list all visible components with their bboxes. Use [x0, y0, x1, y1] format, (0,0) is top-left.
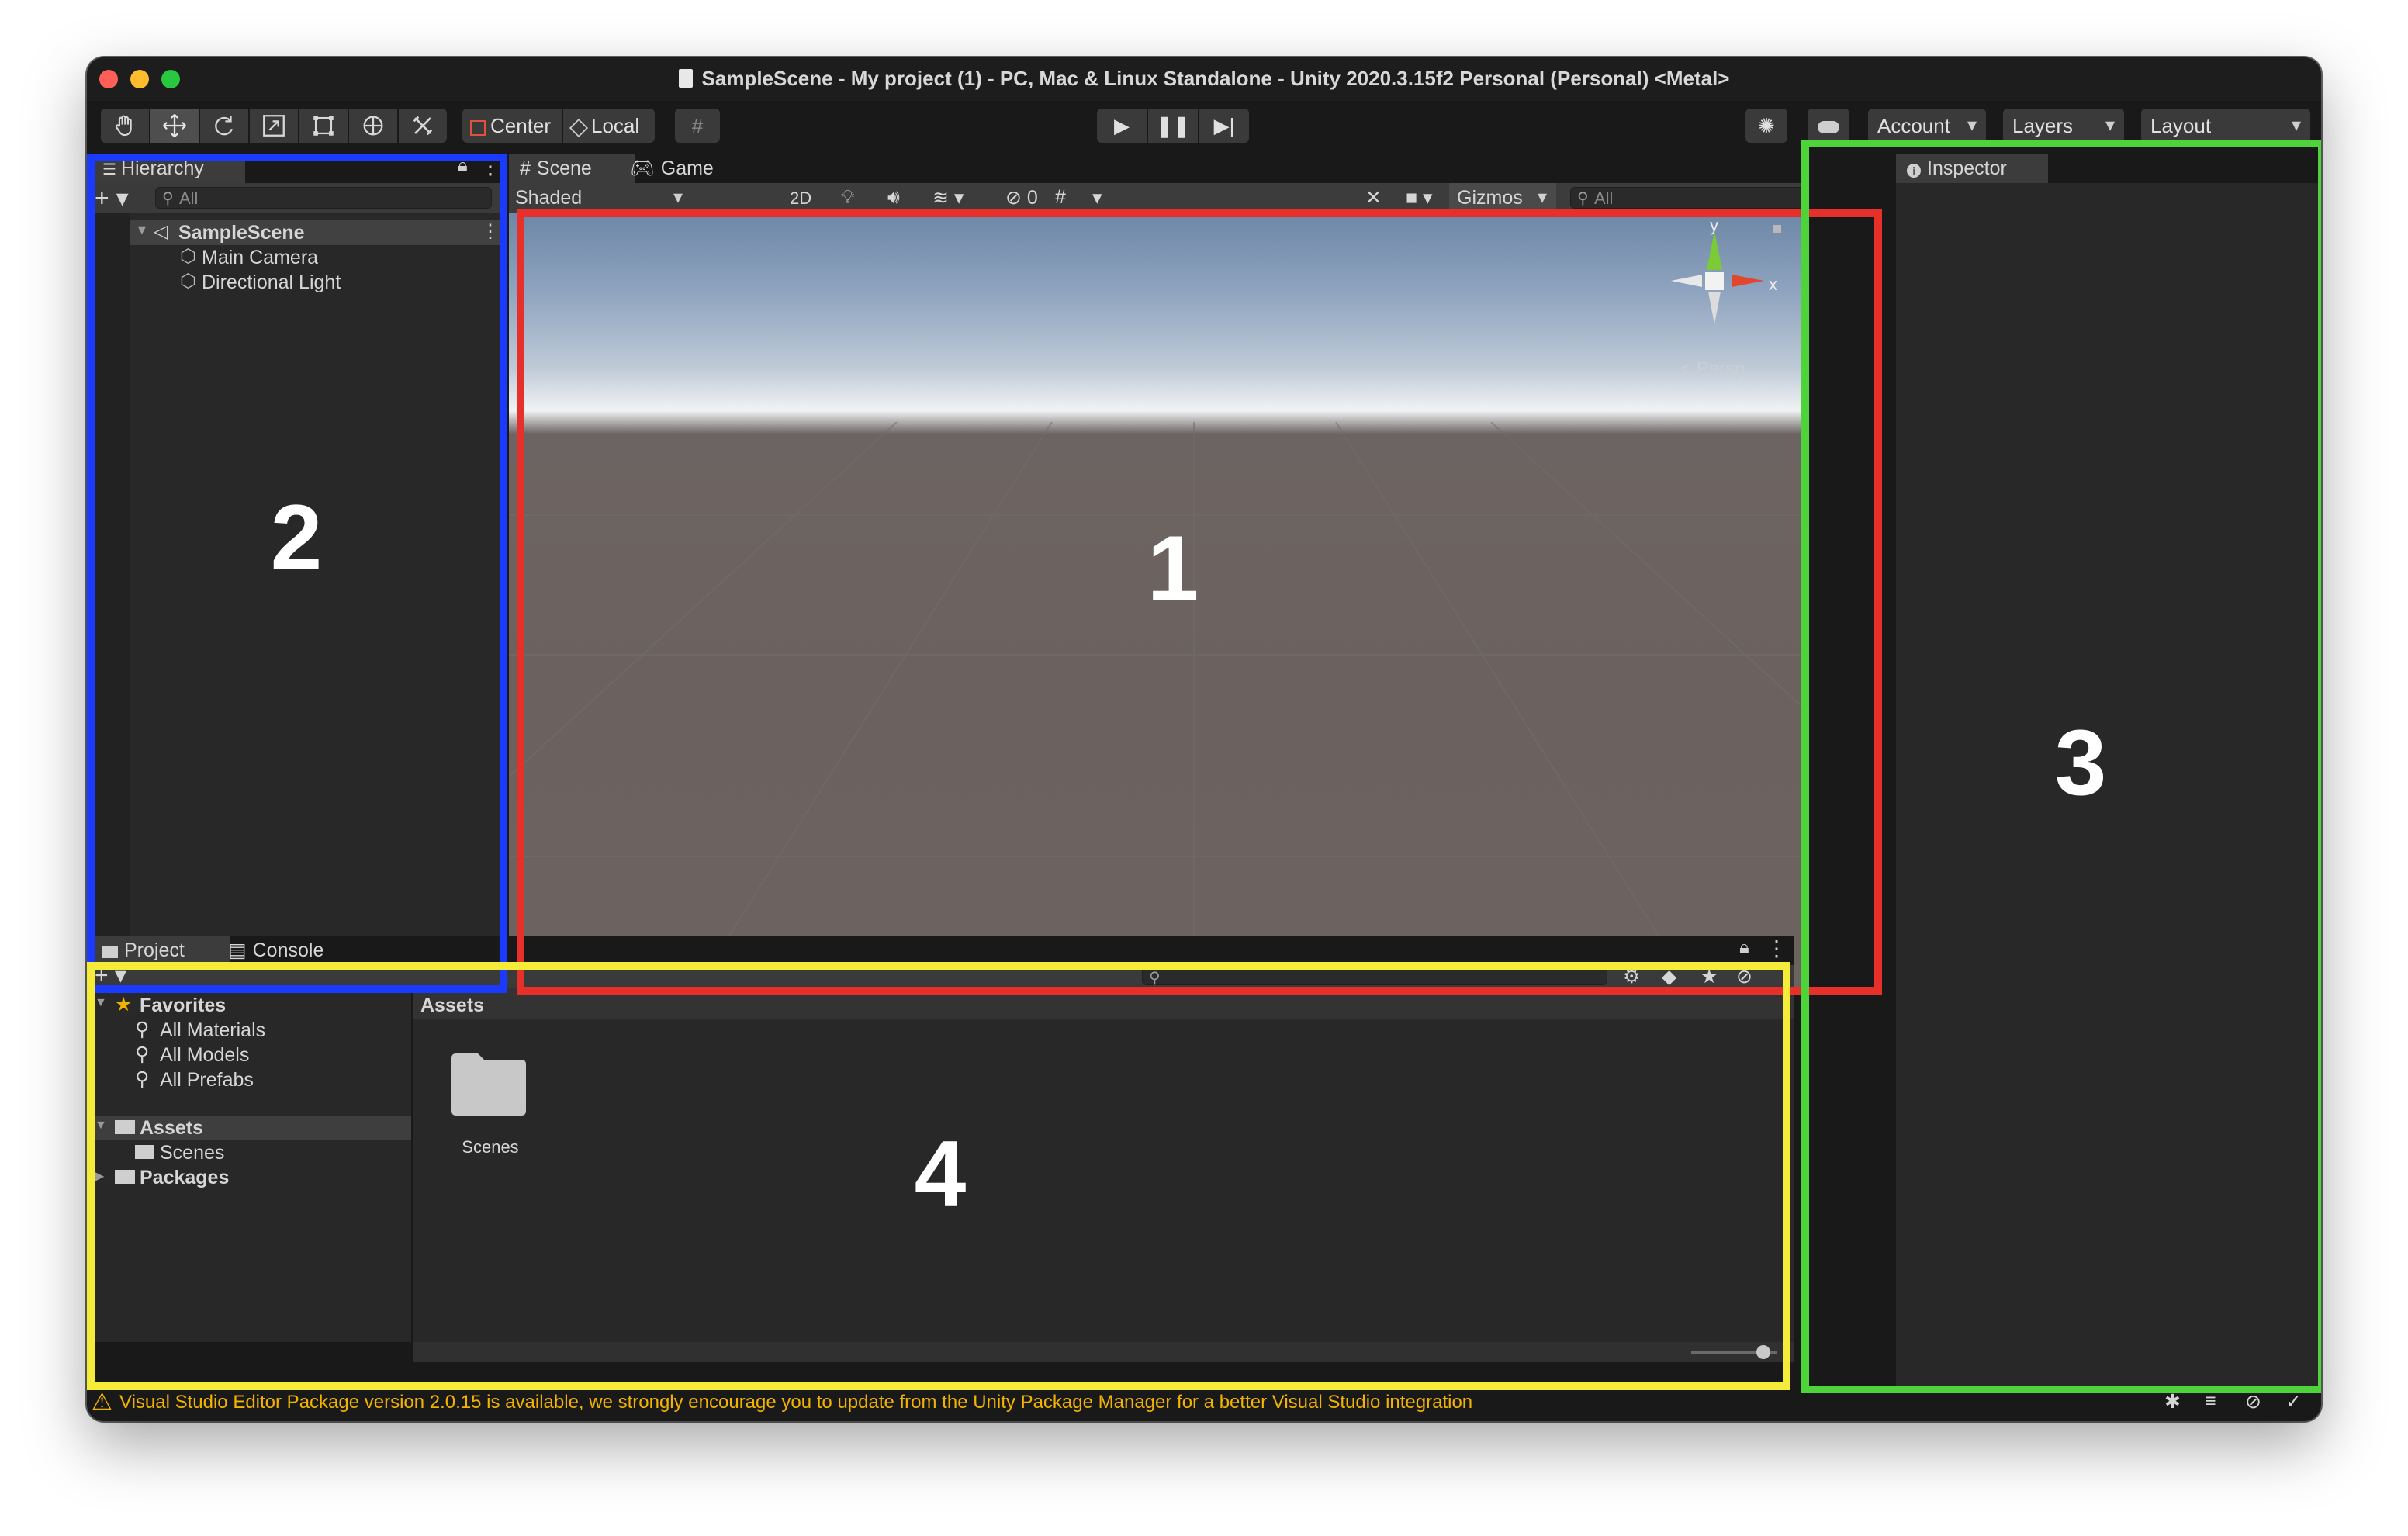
auto-generate-lighting-icon[interactable]: ⊘	[2245, 1390, 2261, 1413]
play-icon: ▶	[1114, 114, 1130, 137]
scene-tab-strip: #Scene 🎮︎Game ⋮	[509, 154, 1879, 183]
collab-cloud-button[interactable]	[1808, 109, 1849, 143]
pivot-center-icon	[470, 120, 486, 136]
pause-button[interactable]: ❚❚	[1148, 109, 1198, 143]
custom-tool-button[interactable]	[399, 109, 447, 143]
layout-label: Layout	[2150, 114, 2212, 137]
move-icon	[163, 114, 186, 137]
callout-inspector-number: 3	[2054, 711, 2107, 815]
hidden-objects-toggle[interactable]: ⊘ 0	[1005, 186, 1038, 209]
callout-scene-number: 1	[1147, 517, 1199, 621]
pivot-mode-button[interactable]: Center	[462, 109, 562, 143]
shading-mode-label: Shaded	[515, 187, 583, 209]
rotate-tool-button[interactable]	[200, 109, 248, 143]
warning-icon: ⚠	[92, 1389, 112, 1415]
toggle-2d-label: 2D	[790, 189, 812, 208]
rect-tool-button[interactable]	[299, 109, 348, 143]
window-title-row: SampleScene - My project (1) - PC, Mac &…	[87, 67, 2321, 91]
pivot-mode-label: Center	[490, 114, 552, 137]
services-button[interactable]: ✺	[1745, 109, 1787, 143]
layers-label: Layers	[2012, 114, 2074, 137]
layout-dropdown[interactable]: Layout	[2141, 109, 2310, 143]
eye-slash-icon: ⊘	[1005, 187, 1022, 209]
toggle-2d-button[interactable]: 2D	[790, 189, 811, 209]
scene-search-placeholder: All	[1594, 189, 1614, 208]
shading-mode-dropdown[interactable]: Shaded	[509, 183, 692, 213]
scene-tab-label: Scene	[536, 157, 592, 179]
scene-document-icon	[678, 69, 693, 88]
callout-project-number: 4	[914, 1122, 967, 1226]
callout-hierarchy-number: 2	[270, 486, 323, 590]
transform-icon	[363, 116, 383, 136]
step-button[interactable]: ▶|	[1199, 109, 1249, 143]
grid-toggle-dropdown[interactable]: ▾	[1092, 186, 1102, 209]
hand-icon	[115, 115, 132, 137]
rotate-icon	[215, 116, 233, 136]
camera-icon[interactable]: ■ ▾	[1406, 186, 1433, 209]
gizmos-dropdown[interactable]: Gizmos	[1449, 183, 1556, 213]
transform-tool-button[interactable]	[349, 109, 397, 143]
window-title: SampleScene - My project (1) - PC, Mac &…	[701, 67, 1730, 90]
lighting-toggle-icon[interactable]: 💡︎	[841, 186, 855, 209]
move-tool-button[interactable]	[150, 109, 199, 143]
grid-icon: #	[520, 157, 531, 179]
custom-tool-icon	[413, 116, 433, 136]
step-icon: ▶|	[1213, 114, 1235, 137]
audio-toggle-icon[interactable]: 🔊︎	[887, 186, 900, 209]
play-button[interactable]: ▶	[1097, 109, 1147, 143]
pause-icon: ❚❚	[1156, 114, 1190, 137]
grid-toggle-icon[interactable]: #	[1055, 186, 1066, 209]
pivot-space-label: Local	[591, 114, 640, 137]
services-gear-icon: ✺	[1758, 114, 1775, 137]
account-dropdown[interactable]: Account	[1868, 109, 1986, 143]
cloud-icon	[1818, 121, 1839, 134]
progress-check-icon[interactable]: ✓	[2285, 1390, 2302, 1413]
title-bar: SampleScene - My project (1) - PC, Mac &…	[87, 57, 2321, 101]
local-cube-icon	[569, 118, 589, 138]
scene-view-toolbar: Shaded 2D 💡︎ 🔊︎ ≋ ▾ ⊘ 0 # ▾ ✕ ■ ▾ Gizmos…	[509, 183, 1879, 213]
game-tab-label: Game	[660, 157, 714, 179]
gamepad-icon: 🎮︎	[630, 157, 655, 179]
tab-scene[interactable]: # Scene	[509, 154, 635, 183]
tools-icon[interactable]: ✕	[1365, 186, 1382, 209]
hidden-count: 0	[1026, 187, 1038, 209]
unity-editor-window: SampleScene - My project (1) - PC, Mac &…	[87, 57, 2321, 1421]
grid-snapping-button[interactable]: #	[675, 109, 720, 143]
scale-tool-button[interactable]	[250, 109, 298, 143]
tab-game[interactable]: 🎮︎ Game	[619, 154, 734, 183]
cache-server-icon[interactable]: ≡	[2205, 1390, 2216, 1413]
rect-tool-icon	[313, 116, 334, 136]
layers-dropdown[interactable]: Layers	[2003, 109, 2124, 143]
scale-icon	[263, 115, 285, 137]
effects-toggle-icon[interactable]: ≋ ▾	[932, 186, 964, 209]
grid-snap-icon: #	[691, 114, 704, 137]
debug-bug-icon[interactable]: ✱	[2164, 1390, 2181, 1413]
account-label: Account	[1877, 114, 1950, 137]
status-message[interactable]: Visual Studio Editor Package version 2.0…	[119, 1392, 1472, 1413]
pivot-space-button[interactable]: Local	[563, 109, 655, 143]
gizmos-label: Gizmos	[1457, 187, 1523, 209]
hand-tool-button[interactable]	[101, 109, 149, 143]
